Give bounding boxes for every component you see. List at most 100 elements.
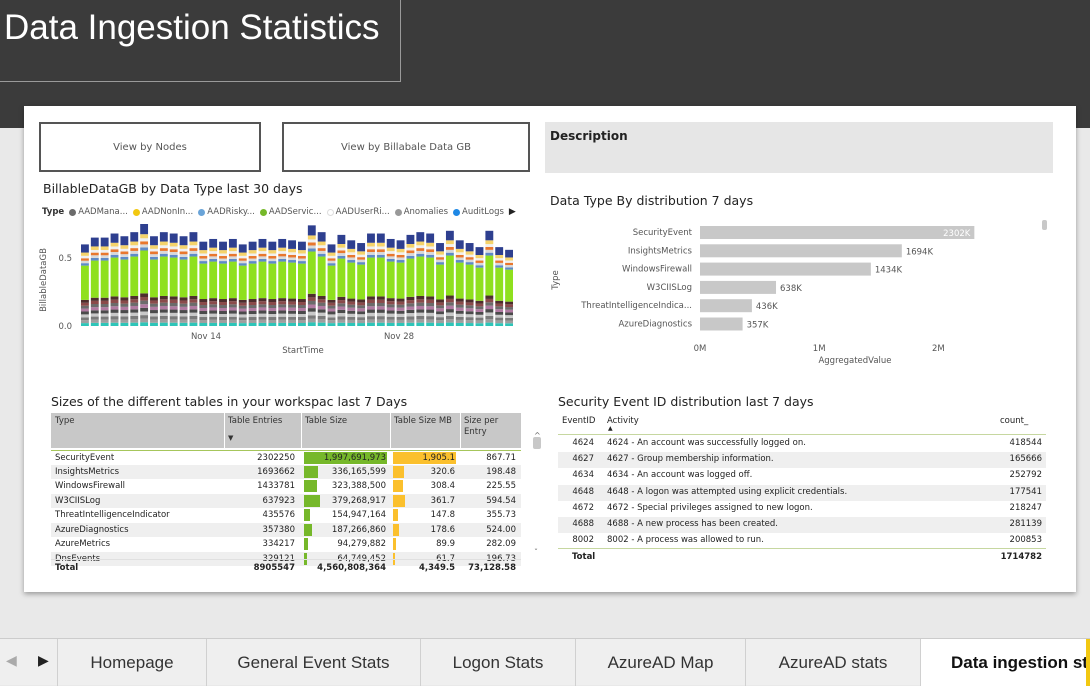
distribution-chart-title: Data Type By distribution 7 days — [550, 193, 754, 208]
bar-segment — [367, 252, 375, 255]
bar-segment — [416, 315, 425, 320]
tab-azuread-map[interactable]: AzureAD Map — [576, 639, 746, 686]
bar-segment — [199, 241, 208, 251]
view-by-billable-button[interactable]: View by Billabale Data GB — [282, 122, 530, 172]
cell-mb: 147.8 — [430, 510, 455, 520]
table-row[interactable]: W3CIISLog 637923 379,268,917 361.7 594.54 — [51, 493, 521, 508]
bar-segment — [376, 246, 385, 250]
bar-segment — [426, 242, 435, 247]
bar-segment — [485, 246, 494, 250]
bar-segment — [495, 260, 504, 263]
category-label: SecurityEvent — [633, 228, 693, 238]
bar-segment — [455, 257, 464, 261]
bar-segment — [90, 300, 99, 304]
bar-segment — [465, 257, 474, 260]
bar-segment — [179, 297, 188, 301]
bar-segment — [376, 233, 385, 243]
tab-azuread-stats[interactable]: AzureAD stats — [746, 639, 921, 686]
tab-general-event-stats[interactable]: General Event Stats — [207, 639, 421, 686]
legend-item[interactable]: AADRisky... — [198, 207, 255, 217]
table-row[interactable]: SecurityEvent 2302250 1,997,691,973 1,905.1… — [51, 450, 521, 465]
category-label: InsightsMetrics — [628, 246, 693, 256]
bar-segment — [495, 300, 504, 304]
col-per-entry-header[interactable]: Size per Entry — [464, 416, 514, 438]
bar-segment — [120, 254, 129, 257]
view-by-nodes-button[interactable]: View by Nodes — [39, 122, 261, 172]
bar-segment — [110, 312, 119, 317]
bar-segment — [347, 316, 356, 320]
bar-segment — [169, 254, 178, 258]
col-entries-header[interactable]: Table Entries — [228, 416, 282, 427]
tab-data-ingestion-stats[interactable]: Data ingestion stats — [921, 639, 1090, 686]
stacked-bar — [120, 236, 129, 326]
bar-segment — [248, 305, 257, 309]
table-row[interactable]: InsightsMetrics 1693662 336,165,599 320.6 19… — [51, 464, 521, 479]
table-row[interactable]: 4624 4624 - An account was successfully l… — [558, 436, 1046, 452]
bar-segment — [150, 300, 158, 304]
bar-segment — [140, 244, 149, 248]
bar-segment — [445, 309, 454, 313]
bar-segment — [396, 262, 405, 299]
cell-type: InsightsMetrics — [55, 466, 120, 477]
col-size-header[interactable]: Table Size — [305, 416, 347, 427]
bar-segment — [337, 313, 346, 317]
table-row[interactable]: WindowsFirewall 1433781 323,388,500 308.4 22… — [51, 479, 521, 494]
bar-segment — [209, 253, 218, 257]
col-mb-header[interactable]: Table Size MB — [394, 416, 454, 427]
distribution-scrollbar[interactable] — [1042, 220, 1047, 230]
bar-segment — [298, 299, 306, 303]
table-row[interactable]: 4627 4627 - Group membership information.… — [558, 452, 1046, 469]
legend-item[interactable]: AADServic... — [259, 207, 322, 217]
table-row[interactable]: 4634 4634 - An account was logged off. 252… — [558, 468, 1046, 485]
bar-segment — [189, 245, 198, 249]
tab-prev-icon[interactable]: ◀ — [6, 653, 17, 669]
bar-segment — [278, 261, 287, 299]
cell-eventid: 8002 — [572, 535, 594, 546]
bar-segment — [268, 250, 277, 254]
legend-label: AADRisky... — [207, 207, 255, 217]
bar-segment — [298, 250, 306, 254]
legend-item[interactable]: AADNonIn... — [132, 207, 193, 217]
distribution-bar-chart: Type SecurityEvent 2302K InsightsMetrics 169… — [551, 226, 975, 366]
sort-down-icon[interactable]: ▼ — [228, 433, 233, 444]
bar-segment — [81, 308, 89, 312]
divider — [460, 413, 461, 448]
scroll-down-icon[interactable]: ˇ — [534, 548, 538, 557]
legend-item[interactable]: AADUserRi... — [326, 207, 390, 217]
bar-segment — [140, 247, 149, 251]
stacked-bar — [485, 230, 494, 326]
bar-segment — [140, 234, 149, 239]
legend-item[interactable]: AADMana... — [69, 207, 128, 217]
sort-up-icon[interactable]: ▲ — [608, 425, 613, 432]
col-eventid-header[interactable]: EventID — [562, 416, 595, 426]
bar-segment — [347, 304, 356, 308]
tab-next-icon[interactable]: ▶ — [38, 653, 49, 669]
bar-segment — [120, 256, 129, 260]
col-type-header[interactable]: Type — [55, 416, 75, 427]
table-row[interactable]: AzureDiagnostics 357380 187,266,860 178.6 52… — [51, 522, 521, 537]
legend-next-icon[interactable]: ▶ — [509, 207, 516, 217]
table-row[interactable]: 4648 4648 - A logon was attempted using e… — [558, 484, 1046, 501]
bar-segment — [81, 244, 89, 253]
bar-segment — [357, 257, 366, 260]
legend-item[interactable]: AuditLogs — [453, 207, 504, 217]
bar-segment — [406, 322, 415, 326]
tab-logon-stats[interactable]: Logon Stats — [421, 639, 576, 686]
bar-segment — [100, 297, 109, 301]
table-row[interactable]: ThreatIntelligenceIndicator 435576 154,947… — [51, 508, 521, 523]
legend-item[interactable]: Anomalies — [394, 207, 449, 217]
table-row[interactable]: 8002 8002 - A process was allowed to run.… — [558, 533, 1046, 550]
table-row[interactable]: AzureMetrics 334217 94,279,882 89.9 282.09 — [51, 537, 521, 552]
bar-segment — [100, 319, 109, 323]
table-row[interactable]: 4688 4688 - A new process has been create… — [558, 517, 1046, 533]
tab-homepage[interactable]: Homepage — [58, 639, 207, 686]
y-tick-label: 0.0 — [58, 322, 72, 332]
col-count-header[interactable]: count_ — [1000, 416, 1028, 426]
bar-segment — [426, 319, 435, 323]
y-axis-label: BillableDataGB — [39, 248, 49, 312]
bar-segment — [475, 267, 484, 301]
table-row[interactable]: 4672 4672 - Special privileges assigned t… — [558, 500, 1046, 517]
tables-scrollbar-thumb[interactable] — [533, 437, 541, 449]
legend-label: Anomalies — [403, 207, 449, 217]
bar-segment — [376, 242, 385, 247]
